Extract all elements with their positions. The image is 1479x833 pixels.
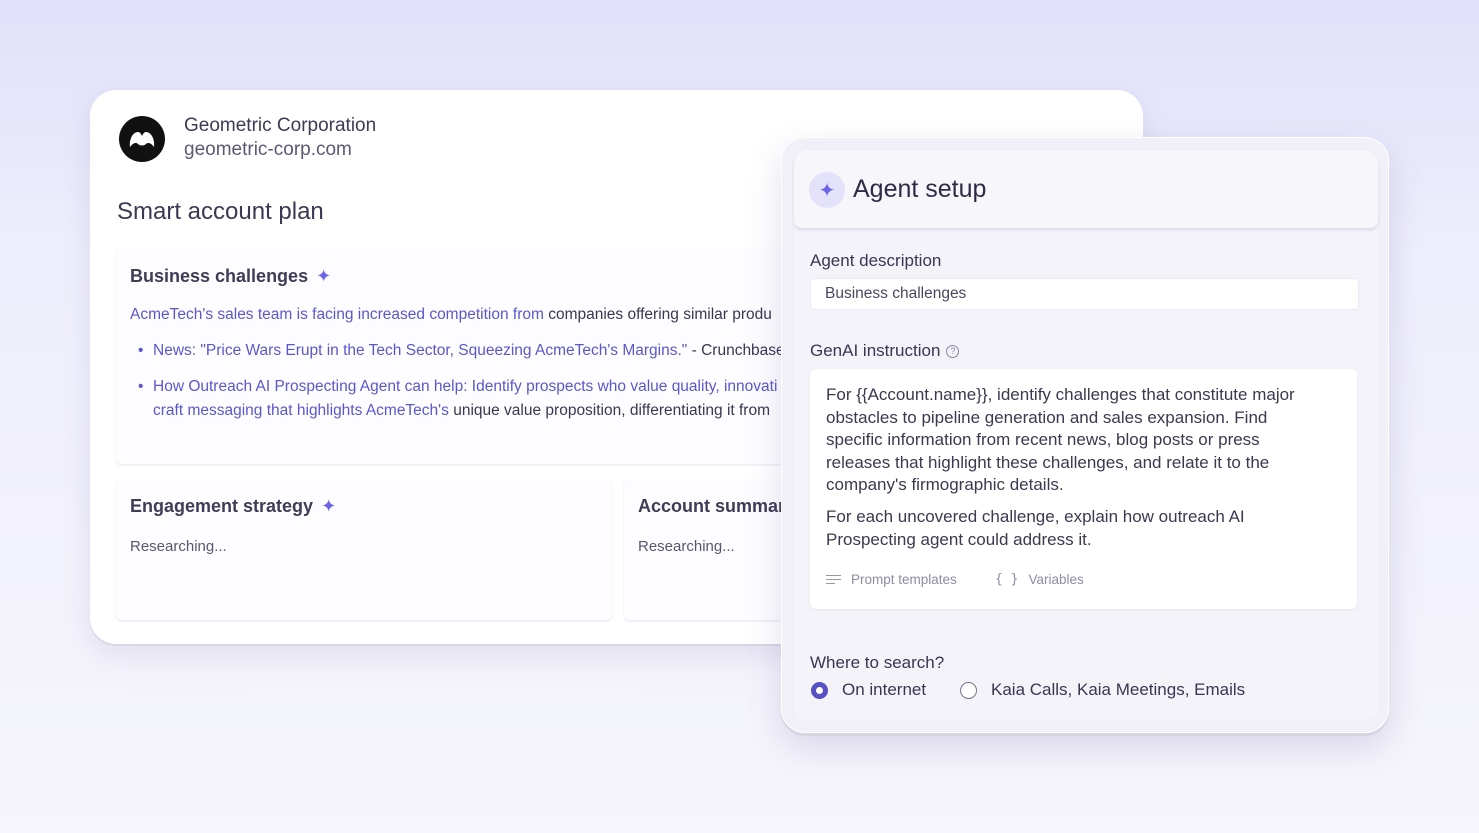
- radio-selected-icon[interactable]: [811, 681, 828, 699]
- radio-unselected-icon[interactable]: [960, 681, 977, 699]
- geometric-logo-icon: [129, 132, 155, 147]
- summary-status: Researching...: [638, 538, 735, 555]
- agent-setup-title: Agent setup: [853, 175, 987, 203]
- challenges-news-item[interactable]: News: "Price Wars Erupt in the Tech Sect…: [153, 342, 785, 360]
- challenges-intro: AcmeTech's sales team is facing increase…: [130, 306, 772, 323]
- engagement-status: Researching...: [130, 538, 227, 555]
- engagement-strategy-title: Engagement strategy ✦: [130, 496, 337, 516]
- agent-setup-panel: ✦ Agent setup Agent description GenAI in…: [794, 150, 1378, 720]
- genai-instruction-textarea[interactable]: For {{Account.name}}, identify challenge…: [810, 369, 1357, 609]
- company-name: Geometric Corporation: [184, 115, 377, 136]
- bullet-dot: •: [138, 342, 144, 359]
- business-challenges-section[interactable]: Business challenges ✦ AcmeTech's sales t…: [116, 248, 876, 464]
- search-option-label: Kaia Calls, Kaia Meetings, Emails: [991, 680, 1246, 699]
- genai-instruction-label: GenAI instruction ?: [810, 341, 960, 361]
- prompt-templates-button[interactable]: Prompt templates: [826, 572, 957, 587]
- sparkle-icon: ✦: [809, 172, 845, 208]
- challenges-help-item-line2: craft messaging that highlights AcmeTech…: [153, 402, 770, 419]
- search-option-label: On internet: [842, 680, 927, 699]
- instruction-paragraph-1: For {{Account.name}}, identify challenge…: [826, 385, 1295, 494]
- page-title: Smart account plan: [117, 198, 324, 225]
- sparkle-icon: ✦: [321, 496, 337, 516]
- agent-setup-card: ✦ Agent setup Agent description GenAI in…: [781, 137, 1389, 733]
- instruction-paragraph-2: For each uncovered challenge, explain ho…: [826, 507, 1245, 549]
- search-option-kaia[interactable]: Kaia Calls, Kaia Meetings, Emails: [960, 680, 1245, 700]
- agent-description-label: Agent description: [810, 251, 942, 270]
- agent-setup-header: ✦ Agent setup: [794, 150, 1378, 228]
- braces-icon: { }: [995, 572, 1019, 587]
- sparkle-icon: ✦: [316, 266, 332, 286]
- help-icon[interactable]: ?: [946, 344, 960, 358]
- engagement-strategy-section[interactable]: Engagement strategy ✦ Researching...: [116, 480, 612, 620]
- challenges-help-item-line1: How Outreach AI Prospecting Agent can he…: [153, 378, 778, 395]
- bullet-dot: •: [138, 378, 144, 395]
- agent-description-input[interactable]: [810, 278, 1359, 310]
- variables-button[interactable]: { } Variables: [995, 572, 1084, 587]
- company-logo: [119, 116, 165, 162]
- company-domain: geometric-corp.com: [184, 139, 352, 160]
- account-summary-title: Account summar: [638, 496, 786, 516]
- business-challenges-title: Business challenges ✦: [130, 266, 332, 286]
- search-option-internet[interactable]: On internet: [811, 680, 926, 700]
- lines-icon: [826, 572, 841, 586]
- where-to-search-label: Where to search?: [810, 653, 945, 672]
